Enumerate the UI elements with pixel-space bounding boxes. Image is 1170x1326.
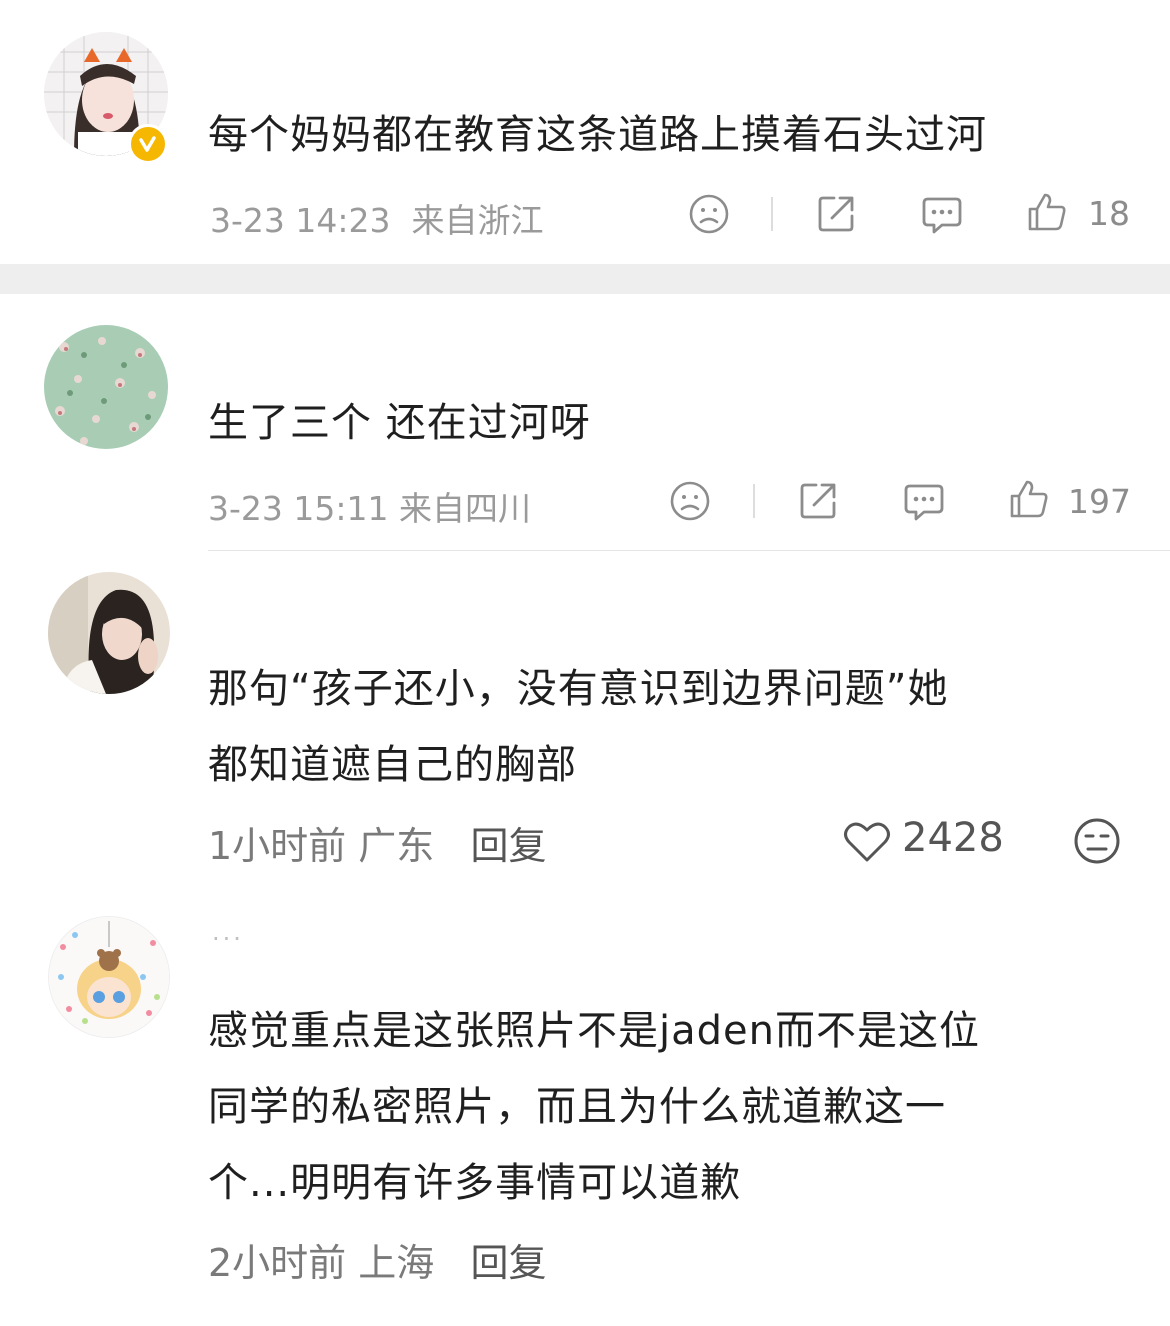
comment2-location: 广东 <box>358 824 435 868</box>
reply-button[interactable]: 回复 <box>471 824 547 868</box>
comment1-like-count: 197 <box>1068 482 1131 521</box>
thumbs-up-icon[interactable] <box>1008 478 1050 520</box>
sad-face-icon[interactable] <box>688 193 730 235</box>
avatar-user-3[interactable] <box>48 572 170 694</box>
comment2-text: 那句“孩子还小，没有意识到边界问题”她 都知道遮自己的胸部 <box>208 651 1138 803</box>
share-icon[interactable] <box>798 479 840 521</box>
comment3-text: 感觉重点是这张照片不是jaden而不是这位 同学的私密照片，而且为什么就道歉这一… <box>208 993 1138 1221</box>
comment3-text-line2: 同学的私密照片，而且为什么就道歉这一 <box>208 1084 946 1130</box>
comment1-text: 生了三个 还在过河呀 <box>208 400 591 446</box>
comment3-meta: 2小时前 上海 回复 <box>208 1232 547 1287</box>
comment1-location: 来自四川 <box>399 489 531 528</box>
comment1-meta: 3-23 15:11 来自四川 <box>208 482 531 530</box>
comment3-text-line3: 个...明明有许多事情可以道歉 <box>208 1160 742 1206</box>
thumbs-up-icon[interactable] <box>1026 191 1068 233</box>
reply-button[interactable]: 回复 <box>471 1241 547 1285</box>
section-divider <box>0 264 1170 294</box>
divider-line <box>208 550 1170 551</box>
meh-face-icon[interactable] <box>1073 817 1121 865</box>
action-separator <box>753 484 755 518</box>
comment2-meta: 1小时前 广东 回复 <box>208 815 547 870</box>
comment3-text-line1: 感觉重点是这张照片不是jaden而不是这位 <box>208 1008 980 1054</box>
comment-icon[interactable] <box>902 480 946 524</box>
comment1-time: 3-23 15:11 <box>208 489 389 528</box>
comment2-like-count: 2428 <box>902 815 1004 861</box>
comment-icon[interactable] <box>920 193 964 237</box>
post-text: 每个妈妈都在教育这条道路上摸着石头过河 <box>208 112 987 158</box>
post-location: 来自浙江 <box>411 201 544 240</box>
post-like-count: 18 <box>1088 194 1130 233</box>
sad-face-icon[interactable] <box>669 480 711 522</box>
avatar-user-4[interactable] <box>48 916 170 1038</box>
comment3-dots: ... <box>212 918 244 946</box>
avatar-user-2[interactable] <box>44 325 168 449</box>
post-meta: 3-23 14:23 来自浙江 <box>210 194 543 242</box>
comment3-time: 2小时前 <box>208 1241 347 1285</box>
heart-icon[interactable] <box>843 820 891 864</box>
post-time: 3-23 14:23 <box>210 201 391 240</box>
share-icon[interactable] <box>816 192 858 234</box>
comment3-location: 上海 <box>358 1241 435 1285</box>
comment2-text-line2: 都知道遮自己的胸部 <box>208 742 577 788</box>
action-separator <box>771 197 773 231</box>
comment2-time: 1小时前 <box>208 824 347 868</box>
verified-badge <box>128 124 168 164</box>
comment2-text-line1: 那句“孩子还小，没有意识到边界问题”她 <box>208 666 949 712</box>
